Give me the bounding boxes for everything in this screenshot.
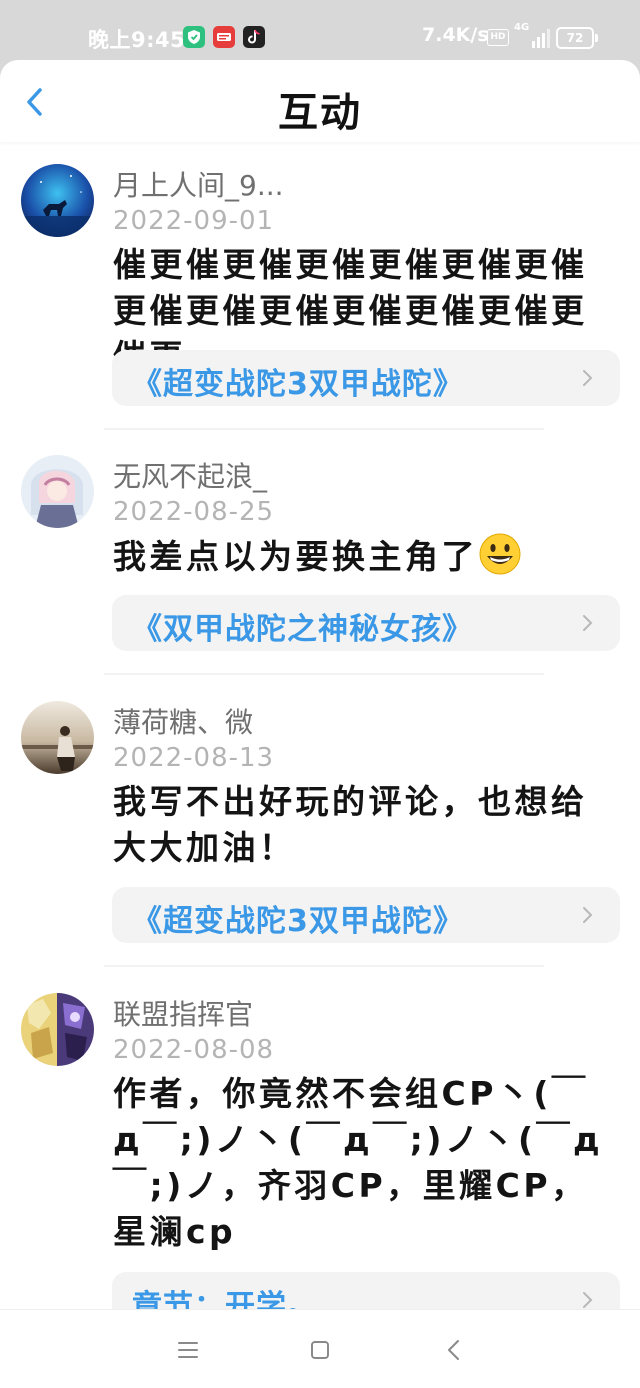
source-link-title: 《超变战陀3双甲战陀》 [132,367,464,402]
source-link[interactable]: 《超变战陀3双甲战陀》 [112,350,620,406]
hd-badge: HD [487,29,509,46]
system-nav-bar [0,1309,640,1388]
system-back-button[interactable] [436,1332,472,1368]
username[interactable]: 薄荷糖、微 [113,701,253,741]
chevron-right-icon [583,615,593,631]
shield-app-icon [183,26,205,48]
comment-content: 作者，你竟然不会组CP丶(￣д￣;)ノ丶(￣д￣;)ノ丶(￣д￣;)ノ，齐羽CP… [113,1074,604,1251]
header: 互动 [0,60,640,142]
comment-date: 2022-08-08 [113,1035,275,1065]
menu-button[interactable] [170,1332,206,1368]
status-time: 晚上9:45 [88,28,186,52]
chevron-right-icon [583,907,593,923]
username[interactable]: 联盟指挥官 [113,993,253,1033]
page-title: 互动 [278,90,362,136]
home-square-icon [311,1341,329,1359]
comment-date: 2022-08-13 [113,743,275,773]
signal-icon: 4G [514,22,550,48]
source-link[interactable]: 《双甲战陀之神秘女孩》 [112,595,620,651]
divider [104,428,544,430]
chevron-right-icon [583,1292,593,1308]
back-triangle-icon [448,1340,459,1360]
avatar[interactable] [21,993,94,1066]
grinning-face-emoji [479,533,521,575]
avatar[interactable] [21,701,94,774]
network-speed: 7.4K/s [422,24,489,46]
source-link[interactable]: 《超变战陀3双甲战陀》 [112,887,620,943]
source-link-title: 《超变战陀3双甲战陀》 [132,904,464,939]
network-type: 4G [514,22,530,33]
divider [104,965,544,967]
username[interactable]: 月上人间_9... [113,164,284,204]
comment-date: 2022-08-25 [113,497,275,527]
avatar[interactable] [21,455,94,528]
comment-date: 2022-09-01 [113,206,275,236]
divider [104,673,544,675]
comment-content: 我写不出好玩的评论，也想给大大加油！ [113,782,588,867]
home-button[interactable] [302,1332,338,1368]
battery-icon: 72 [556,27,598,49]
source-link-title: 《双甲战陀之神秘女孩》 [132,612,473,647]
menu-icon [178,1342,198,1358]
tiktok-app-icon [243,26,265,48]
news-app-icon [213,26,235,48]
comment-text: 我差点以为要换主角了 [113,537,478,576]
chevron-right-icon [583,370,593,386]
username[interactable]: 无风不起浪_ [113,455,267,495]
comment-content: 我差点以为要换主角了 [113,532,618,580]
avatar[interactable] [21,164,94,237]
